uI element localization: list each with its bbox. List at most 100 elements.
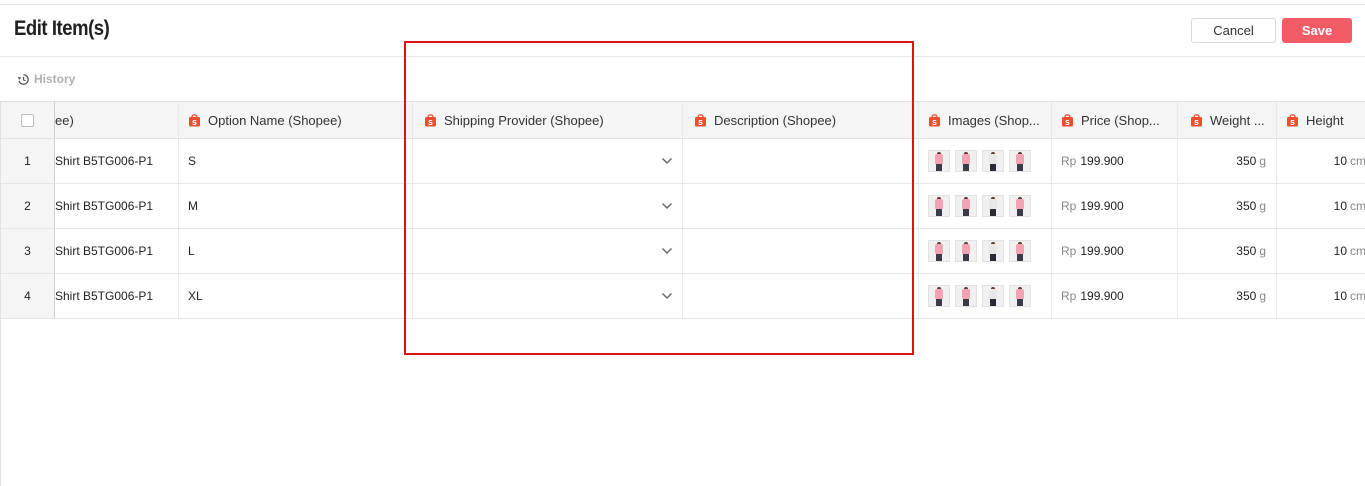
chevron-down-icon	[662, 203, 672, 209]
height-unit: cm	[1350, 289, 1365, 303]
product-image-thumbnail[interactable]	[1009, 240, 1031, 262]
height-cell[interactable]: 10 cm	[1277, 139, 1365, 183]
images-cell[interactable]	[919, 274, 1052, 318]
select-all-checkbox[interactable]	[21, 113, 34, 127]
option-name-cell[interactable]: L	[179, 229, 413, 273]
shopee-bag-icon: S	[695, 114, 706, 127]
shopee-bag-icon: S	[1191, 114, 1202, 127]
price-cell[interactable]: Rp 199.900	[1052, 274, 1178, 318]
option-name-cell[interactable]: S	[179, 139, 413, 183]
weight-unit: g	[1259, 199, 1266, 213]
product-image-thumbnail[interactable]	[982, 150, 1004, 172]
shopee-bag-icon: S	[929, 114, 940, 127]
height-cell[interactable]: 10 cm	[1277, 229, 1365, 273]
shopee-bag-icon: S	[1062, 114, 1073, 127]
price-currency: Rp	[1061, 154, 1077, 168]
product-image-thumbnail[interactable]	[955, 240, 977, 262]
weight-cell[interactable]: 350 g	[1178, 274, 1277, 318]
product-name-cell[interactable]: Shirt B5TG006-P1	[55, 229, 179, 273]
weight-value: 350	[1236, 244, 1257, 258]
images-cell[interactable]	[919, 184, 1052, 228]
product-image-thumbnail[interactable]	[928, 150, 950, 172]
column-header-price[interactable]: S Price (Shop...	[1052, 102, 1178, 138]
product-image-thumbnail[interactable]	[1009, 150, 1031, 172]
images-cell[interactable]	[919, 229, 1052, 273]
column-header-height[interactable]: S Height	[1277, 102, 1365, 138]
option-name-cell[interactable]: XL	[179, 274, 413, 318]
history-link[interactable]: History	[17, 72, 75, 86]
product-name-cell[interactable]: Shirt B5TG006-P1	[55, 274, 179, 318]
cancel-button[interactable]: Cancel	[1191, 18, 1276, 43]
history-icon	[17, 73, 29, 85]
column-header-images[interactable]: S Images (Shop...	[919, 102, 1052, 138]
row-index: 1	[1, 139, 55, 183]
height-value: 10	[1333, 154, 1347, 168]
save-button[interactable]: Save	[1282, 18, 1352, 43]
description-cell[interactable]	[683, 274, 919, 318]
description-cell[interactable]	[683, 139, 919, 183]
weight-value: 350	[1236, 199, 1257, 213]
chevron-down-icon	[662, 158, 672, 164]
product-image-thumbnail[interactable]	[982, 285, 1004, 307]
weight-cell[interactable]: 350 g	[1178, 184, 1277, 228]
price-cell[interactable]: Rp 199.900	[1052, 139, 1178, 183]
product-image-thumbnail[interactable]	[955, 285, 977, 307]
height-value: 10	[1333, 289, 1347, 303]
shipping-provider-select[interactable]	[413, 229, 683, 273]
weight-unit: g	[1259, 244, 1266, 258]
table-row: 3 Shirt B5TG006-P1 L Rp 199.900 350 g 10…	[1, 229, 1365, 274]
description-cell[interactable]	[683, 184, 919, 228]
weight-value: 350	[1236, 154, 1257, 168]
height-cell[interactable]: 10 cm	[1277, 274, 1365, 318]
product-image-thumbnail[interactable]	[982, 195, 1004, 217]
shopee-bag-icon: S	[1287, 114, 1298, 127]
weight-cell[interactable]: 350 g	[1178, 229, 1277, 273]
weight-cell[interactable]: 350 g	[1178, 139, 1277, 183]
price-value: 199.900	[1080, 199, 1124, 213]
product-image-thumbnail[interactable]	[928, 195, 950, 217]
description-cell[interactable]	[683, 229, 919, 273]
row-index: 4	[1, 274, 55, 318]
product-image-thumbnail[interactable]	[982, 240, 1004, 262]
column-header-shipping-provider-label: Shipping Provider (Shopee)	[444, 112, 604, 128]
column-header-shipping-provider[interactable]: S Shipping Provider (Shopee)	[413, 102, 683, 138]
column-header-description[interactable]: S Description (Shopee)	[683, 102, 919, 138]
price-value: 199.900	[1080, 154, 1124, 168]
option-name-cell[interactable]: M	[179, 184, 413, 228]
product-image-thumbnail[interactable]	[1009, 195, 1031, 217]
shipping-provider-select[interactable]	[413, 139, 683, 183]
items-table: ee) S Option Name (Shopee) S Shipping Pr…	[0, 101, 1365, 486]
product-name-cell[interactable]: Shirt B5TG006-P1	[55, 184, 179, 228]
product-image-thumbnail[interactable]	[928, 285, 950, 307]
images-cell[interactable]	[919, 139, 1052, 183]
product-name-cell[interactable]: Shirt B5TG006-P1	[55, 139, 179, 183]
chevron-down-icon	[662, 248, 672, 254]
height-value: 10	[1333, 244, 1347, 258]
table-row: 4 Shirt B5TG006-P1 XL Rp 199.900 350 g 1…	[1, 274, 1365, 319]
svg-text:S: S	[1194, 119, 1199, 127]
height-unit: cm	[1350, 154, 1365, 168]
svg-text:S: S	[932, 119, 937, 127]
column-header-name[interactable]: ee)	[55, 102, 179, 138]
product-image-thumbnail[interactable]	[955, 195, 977, 217]
svg-text:S: S	[1065, 119, 1070, 127]
price-value: 199.900	[1080, 244, 1124, 258]
page-header: Edit Item(s) Cancel Save	[0, 5, 1365, 57]
column-header-option-name-label: Option Name (Shopee)	[208, 112, 342, 128]
weight-unit: g	[1259, 154, 1266, 168]
price-cell[interactable]: Rp 199.900	[1052, 184, 1178, 228]
column-header-option-name[interactable]: S Option Name (Shopee)	[179, 102, 413, 138]
shipping-provider-select[interactable]	[413, 274, 683, 318]
height-cell[interactable]: 10 cm	[1277, 184, 1365, 228]
height-unit: cm	[1350, 244, 1365, 258]
page-title: Edit Item(s)	[14, 17, 110, 40]
row-index: 3	[1, 229, 55, 273]
shipping-provider-select[interactable]	[413, 184, 683, 228]
price-currency: Rp	[1061, 199, 1077, 213]
price-currency: Rp	[1061, 244, 1077, 258]
product-image-thumbnail[interactable]	[1009, 285, 1031, 307]
price-cell[interactable]: Rp 199.900	[1052, 229, 1178, 273]
column-header-weight[interactable]: S Weight ...	[1178, 102, 1277, 138]
product-image-thumbnail[interactable]	[928, 240, 950, 262]
product-image-thumbnail[interactable]	[955, 150, 977, 172]
